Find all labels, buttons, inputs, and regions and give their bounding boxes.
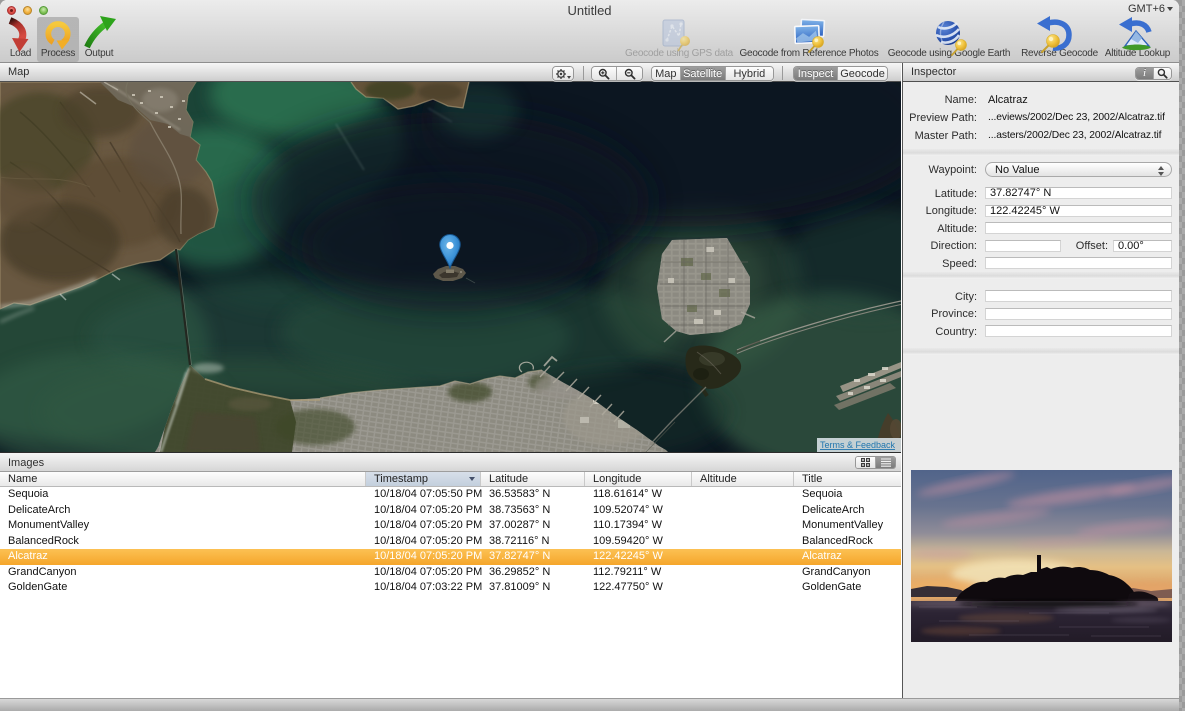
svg-text:Terms & Feedback: Terms & Feedback [820,440,896,450]
